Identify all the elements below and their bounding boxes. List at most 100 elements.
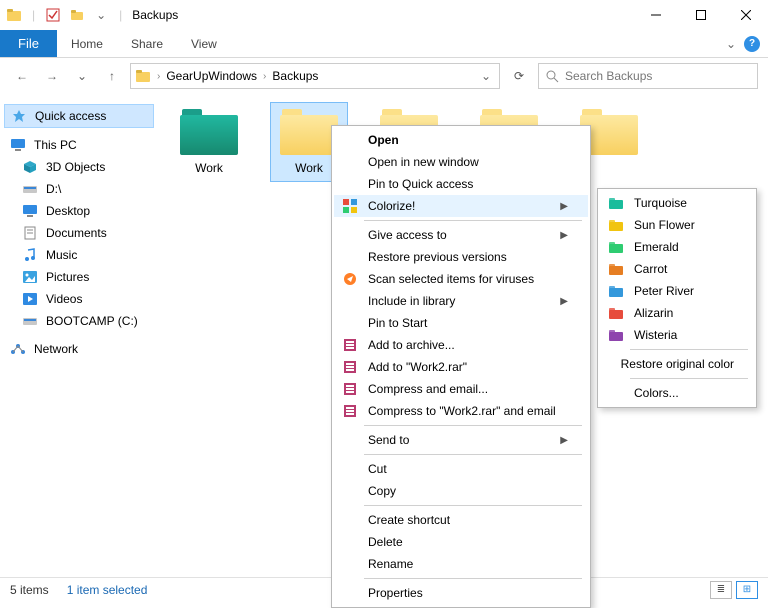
- folder-label: Work: [295, 161, 323, 175]
- menu-item[interactable]: Add to "Work2.rar": [334, 356, 588, 378]
- menu-label: Restore previous versions: [368, 250, 568, 264]
- menu-label: Colorize!: [368, 199, 552, 213]
- sidebar-label: Network: [34, 342, 78, 356]
- menu-label: Open: [368, 133, 568, 147]
- sidebar-thispc[interactable]: This PC: [4, 134, 154, 156]
- sidebar-item[interactable]: Videos: [4, 288, 154, 310]
- sidebar-label: This PC: [34, 138, 77, 152]
- sidebar-label: D:\: [46, 182, 61, 196]
- folder-item[interactable]: Work: [170, 102, 248, 182]
- menu-label: Sun Flower: [634, 218, 734, 232]
- menu-item[interactable]: Add to archive...: [334, 334, 588, 356]
- menu-label: Colors...: [634, 386, 734, 400]
- file-tab[interactable]: File: [0, 30, 57, 57]
- search-input[interactable]: Search Backups: [538, 63, 758, 89]
- sidebar-label: Desktop: [46, 204, 90, 218]
- sidebar-network[interactable]: Network: [4, 338, 154, 360]
- menu-item[interactable]: Restore previous versions: [334, 246, 588, 268]
- menu-item[interactable]: Peter River: [600, 280, 754, 302]
- menu-item[interactable]: Send to ▶: [334, 429, 588, 451]
- menu-icon: [606, 307, 626, 319]
- sidebar-item[interactable]: 3D Objects: [4, 156, 154, 178]
- menu-icon: [606, 197, 626, 209]
- context-submenu: Turquoise Sun Flower Emerald Carrot Pete…: [597, 188, 757, 408]
- menu-item[interactable]: Compress to "Work2.rar" and email: [334, 400, 588, 422]
- menu-item[interactable]: Copy: [334, 480, 588, 502]
- submenu-arrow-icon: ▶: [560, 296, 568, 307]
- back-button[interactable]: ←: [10, 64, 34, 88]
- view-details-button[interactable]: ≣: [710, 581, 732, 599]
- menu-item[interactable]: Include in library ▶: [334, 290, 588, 312]
- sidebar-item[interactable]: Music: [4, 244, 154, 266]
- submenu-arrow-icon: ▶: [560, 230, 568, 241]
- menu-icon: [340, 382, 360, 396]
- submenu-arrow-icon: ▶: [560, 201, 568, 212]
- star-icon: [11, 108, 27, 124]
- sidebar-item[interactable]: Documents: [4, 222, 154, 244]
- menu-item[interactable]: Rename: [334, 553, 588, 575]
- breadcrumb[interactable]: GearUpWindows: [166, 69, 257, 83]
- view-icons-button[interactable]: ⊞: [736, 581, 758, 599]
- menu-item[interactable]: Pin to Start: [334, 312, 588, 334]
- ribbon-expand-icon[interactable]: ⌄: [726, 37, 736, 51]
- menu-item[interactable]: Open in new window: [334, 151, 588, 173]
- address-bar[interactable]: › GearUpWindows › Backups ⌄: [130, 63, 500, 89]
- menu-separator: [364, 578, 582, 579]
- separator: |: [32, 8, 35, 22]
- menu-item[interactable]: Pin to Quick access: [334, 173, 588, 195]
- menu-item[interactable]: Sun Flower: [600, 214, 754, 236]
- sidebar-item[interactable]: Pictures: [4, 266, 154, 288]
- menu-label: Wisteria: [634, 328, 734, 342]
- menu-label: Add to archive...: [368, 338, 568, 352]
- tab-home[interactable]: Home: [57, 30, 117, 57]
- menu-item[interactable]: Create shortcut: [334, 509, 588, 531]
- sidebar-item[interactable]: Desktop: [4, 200, 154, 222]
- menu-item[interactable]: Give access to ▶: [334, 224, 588, 246]
- sidebar-label: Documents: [46, 226, 107, 240]
- tab-view[interactable]: View: [177, 30, 231, 57]
- menu-item[interactable]: Wisteria: [600, 324, 754, 346]
- recent-locations-button[interactable]: ⌄: [70, 64, 94, 88]
- monitor-icon: [10, 137, 26, 153]
- sidebar-label: BOOTCAMP (C:): [46, 314, 138, 328]
- search-placeholder: Search Backups: [565, 69, 652, 83]
- forward-button[interactable]: →: [40, 64, 64, 88]
- menu-item[interactable]: Turquoise: [600, 192, 754, 214]
- drive-icon: [22, 313, 38, 329]
- menu-icon: [340, 199, 360, 213]
- menu-item[interactable]: Emerald: [600, 236, 754, 258]
- sidebar-quickaccess[interactable]: Quick access: [4, 104, 154, 128]
- close-button[interactable]: [723, 0, 768, 30]
- menu-item[interactable]: Cut: [334, 458, 588, 480]
- submenu-arrow-icon: ▶: [560, 435, 568, 446]
- breadcrumb[interactable]: Backups: [272, 69, 318, 83]
- pictures-icon: [22, 269, 38, 285]
- menu-item[interactable]: Colors...: [600, 382, 754, 404]
- refresh-button[interactable]: ⟳: [506, 63, 532, 89]
- sidebar-label: Videos: [46, 292, 82, 306]
- menu-item[interactable]: Carrot: [600, 258, 754, 280]
- chevron-right-icon[interactable]: ›: [263, 71, 266, 82]
- help-icon[interactable]: ?: [744, 36, 760, 52]
- chevron-right-icon[interactable]: ›: [157, 71, 160, 82]
- menu-item[interactable]: Scan selected items for viruses: [334, 268, 588, 290]
- menu-item[interactable]: Restore original color: [600, 353, 754, 375]
- qat-newfolder-icon[interactable]: [69, 7, 85, 23]
- menu-label: Compress to "Work2.rar" and email: [368, 404, 568, 418]
- sidebar-item[interactable]: D:\: [4, 178, 154, 200]
- qat-properties-icon[interactable]: [45, 7, 61, 23]
- menu-item[interactable]: Colorize! ▶: [334, 195, 588, 217]
- menu-item[interactable]: Delete: [334, 531, 588, 553]
- menu-item[interactable]: Compress and email...: [334, 378, 588, 400]
- sidebar-item[interactable]: BOOTCAMP (C:): [4, 310, 154, 332]
- menu-separator: [364, 505, 582, 506]
- tab-share[interactable]: Share: [117, 30, 177, 57]
- chevron-down-icon[interactable]: ⌄: [93, 7, 109, 23]
- address-dropdown-icon[interactable]: ⌄: [481, 69, 491, 83]
- maximize-button[interactable]: [678, 0, 723, 30]
- menu-item[interactable]: Open: [334, 129, 588, 151]
- menu-item[interactable]: Alizarin: [600, 302, 754, 324]
- minimize-button[interactable]: [633, 0, 678, 30]
- up-button[interactable]: ↑: [100, 64, 124, 88]
- menu-label: Compress and email...: [368, 382, 568, 396]
